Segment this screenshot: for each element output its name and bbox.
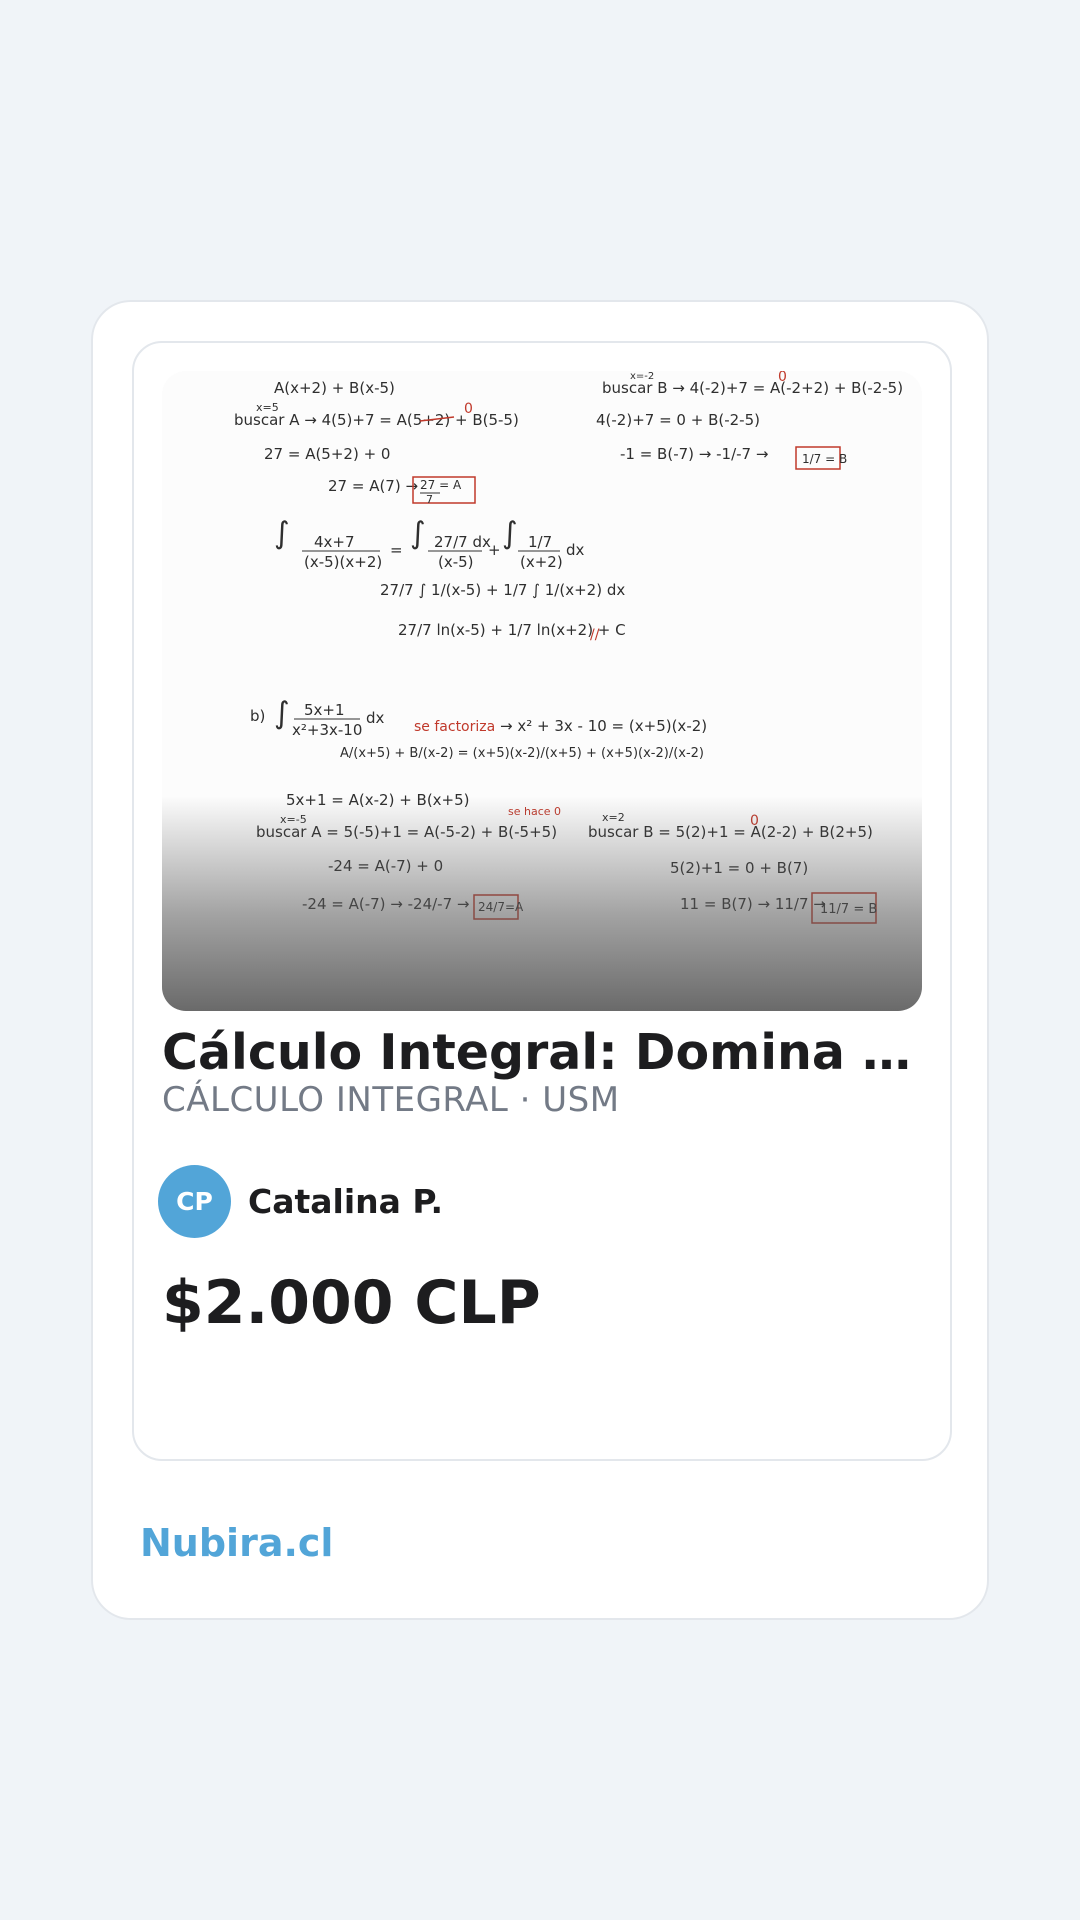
svg-text:(x-5)(x+2): (x-5)(x+2) [304, 553, 382, 571]
document-preview-image[interactable]: A(x+2) + B(x-5) x=5 buscar A → 4(5)+7 = … [162, 371, 922, 1011]
svg-text:0: 0 [464, 401, 473, 417]
svg-text:0: 0 [778, 371, 787, 385]
svg-text://: // [590, 627, 600, 643]
svg-text:se factoriza: se factoriza [414, 719, 495, 735]
svg-text:→ x² + 3x - 10 = (x+5)(x-2): → x² + 3x - 10 = (x+5)(x-2) [500, 717, 707, 735]
svg-text:-1 = B(-7) → -1/-7 →: -1 = B(-7) → -1/-7 → [620, 445, 768, 463]
preview-fade-overlay [162, 796, 922, 1011]
listing-card[interactable]: A(x+2) + B(x-5) x=5 buscar A → 4(5)+7 = … [132, 341, 952, 1461]
svg-text:dx: dx [366, 709, 385, 727]
svg-text:1/7: 1/7 [528, 533, 552, 551]
listing-subtitle: CÁLCULO INTEGRAL · USM [162, 1080, 620, 1120]
svg-text:∫: ∫ [410, 516, 426, 551]
svg-text:27/7 ∫ 1/(x-5) + 1/7 ∫ 1/(x+: 27/7 ∫ 1/(x-5) + 1/7 ∫ 1/(x+2) dx [380, 581, 625, 599]
svg-text:1/7 = B: 1/7 = B [802, 452, 847, 466]
svg-text:buscar A → 4(5)+7 = A(5+2) + B: buscar A → 4(5)+7 = A(5+2) + B(5-5) [234, 411, 519, 429]
svg-text:27 = A: 27 = A [420, 478, 462, 492]
avatar: CP [158, 1165, 231, 1238]
svg-text:∫: ∫ [502, 516, 518, 551]
svg-text:27/7 dx: 27/7 dx [434, 533, 491, 551]
svg-text:(x+2): (x+2) [520, 553, 563, 571]
svg-text:A/(x+5) + B/(x-2) = (x+5)(x-2): A/(x+5) + B/(x-2) = (x+5)(x-2)/(x+5) + (… [340, 746, 704, 761]
svg-text:A(x+2) + B(x-5): A(x+2) + B(x-5) [274, 379, 395, 397]
brand-logo[interactable]: Nubira.cl [140, 1518, 333, 1568]
svg-text:∫: ∫ [274, 696, 290, 731]
svg-text:4x+7: 4x+7 [314, 533, 355, 551]
svg-text:27 = A(5+2) + 0: 27 = A(5+2) + 0 [264, 445, 390, 463]
svg-text:=: = [390, 541, 403, 559]
svg-text:dx: dx [566, 541, 585, 559]
share-card: A(x+2) + B(x-5) x=5 buscar A → 4(5)+7 = … [91, 300, 989, 1620]
listing-title[interactable]: Cálculo Integral: Domina las... [162, 1021, 922, 1085]
svg-text:buscar B → 4(-2)+7 = A(-2+2) +: buscar B → 4(-2)+7 = A(-2+2) + B(-2-5) [602, 379, 903, 397]
svg-text:7: 7 [426, 493, 433, 506]
svg-text:5x+1: 5x+1 [304, 701, 345, 719]
price-label: $2.000 CLP [162, 1268, 541, 1338]
author-name: Catalina P. [248, 1182, 444, 1221]
author-row[interactable]: CP Catalina P. [158, 1165, 443, 1238]
svg-text:b): b) [250, 707, 265, 725]
svg-text:x²+3x-10: x²+3x-10 [292, 721, 362, 739]
svg-text:4(-2)+7 = 0 + B(-2-5): 4(-2)+7 = 0 + B(-2-5) [596, 411, 760, 429]
svg-text:+: + [488, 541, 501, 559]
svg-text:27 = A(7) →: 27 = A(7) → [328, 477, 418, 495]
svg-text:(x-5): (x-5) [438, 553, 474, 571]
svg-text:∫: ∫ [274, 516, 290, 551]
